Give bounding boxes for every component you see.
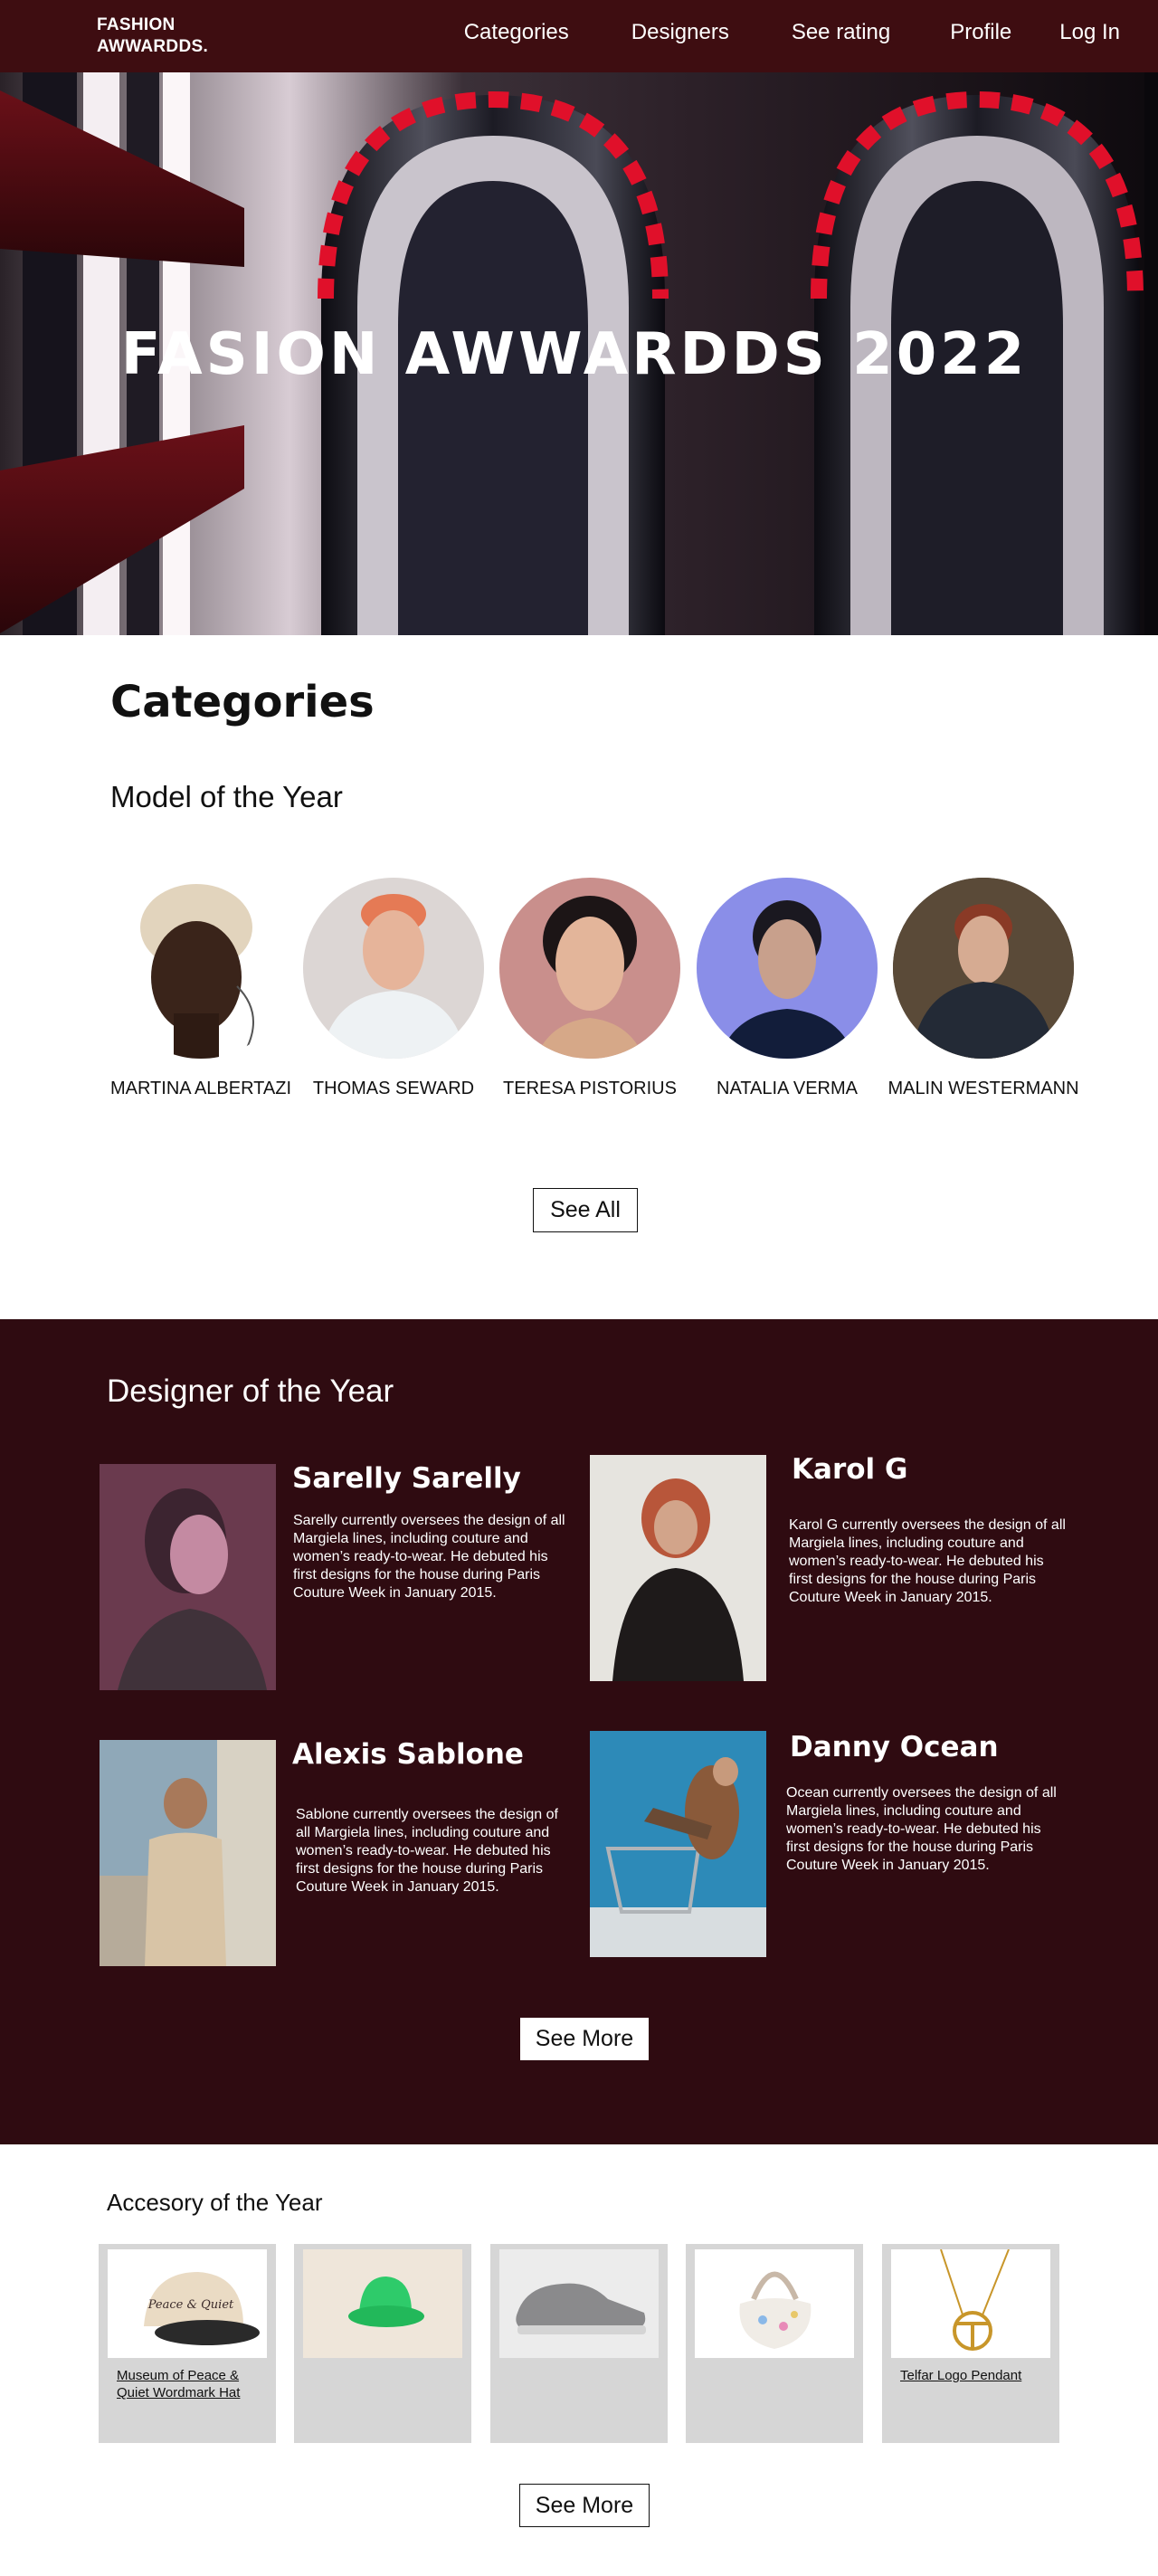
model-photo [499, 878, 680, 1059]
designer-of-year-heading: Designer of the Year [107, 1374, 394, 1409]
nav-link-designers[interactable]: Designers [631, 20, 729, 45]
designer-photo [590, 1731, 766, 1957]
see-all-button[interactable]: See All [533, 1188, 638, 1232]
designers-see-more-button[interactable]: See More [520, 2018, 649, 2060]
model-name: MALIN WESTERMANN [887, 1079, 1079, 1098]
accessory-image [499, 2249, 659, 2358]
model-name: MARTINA ALBERTAZI [109, 1079, 292, 1098]
model-name: NATALIA VERMA [717, 1079, 858, 1098]
designer-photo [590, 1455, 766, 1681]
model-photo [110, 878, 291, 1059]
designer-name: Danny Ocean [790, 1731, 999, 1763]
accessory-image: Peace & Quiet [108, 2249, 267, 2358]
accessory-image [891, 2249, 1050, 2358]
model-name: THOMAS SEWARD [312, 1079, 475, 1098]
accessory-card[interactable] [294, 2244, 471, 2443]
model-photo [697, 878, 878, 1059]
model-card[interactable]: MALIN WESTERMANN [884, 878, 1083, 1099]
hero-banner: FASION AWWARDDS 2022 [0, 72, 1158, 635]
nav-links: Categories Designers See rating Profile … [464, 20, 1120, 45]
designer-name: Karol G [792, 1453, 908, 1486]
designer-description: Sarelly currently oversees the design of… [293, 1513, 565, 1601]
accessory-image [695, 2249, 854, 2358]
designer-photo [100, 1464, 276, 1690]
nav-link-log-in[interactable]: Log In [1059, 20, 1120, 45]
model-photo [303, 878, 484, 1059]
accessory-card[interactable] [686, 2244, 863, 2443]
accessories-see-more-button[interactable]: See More [519, 2484, 650, 2527]
accessory-card[interactable]: Peace & Quiet Museum of Peace & Quiet Wo… [99, 2244, 276, 2443]
designer-description: Sablone currently oversees the design of… [296, 1807, 558, 1895]
cap-print: Peace & Quiet [147, 2298, 234, 2312]
nav-link-categories[interactable]: Categories [464, 20, 569, 45]
nav-link-profile[interactable]: Profile [950, 20, 1011, 45]
accessory-label[interactable]: Museum of Peace & Quiet Wordmark Hat [117, 2367, 266, 2401]
accessory-label[interactable]: Telfar Logo Pendant [900, 2367, 1049, 2384]
nav-link-see-rating[interactable]: See rating [792, 20, 890, 45]
model-photo [893, 878, 1074, 1059]
categories-heading: Categories [110, 677, 375, 727]
model-card[interactable]: THOMAS SEWARD [294, 878, 493, 1099]
site-logo[interactable]: FASHION AWWARDDS. [97, 14, 208, 58]
accessory-of-year-heading: Accesory of the Year [107, 2189, 323, 2216]
model-card[interactable]: MARTINA ALBERTAZI [101, 878, 300, 1099]
accessory-card[interactable] [490, 2244, 668, 2443]
logo-line-1: FASHION [97, 15, 176, 34]
model-card[interactable]: TERESA PISTORIUS [490, 878, 689, 1099]
designer-photo [100, 1740, 276, 1966]
top-nav: FASHION AWWARDDS. Categories Designers S… [0, 0, 1158, 72]
hero-title: FASION AWWARDDS 2022 [120, 321, 1029, 388]
model-card[interactable]: NATALIA VERMA [688, 878, 887, 1099]
accessory-image [303, 2249, 462, 2358]
logo-line-2: AWWARDDS. [97, 37, 209, 56]
model-name: TERESA PISTORIUS [503, 1079, 677, 1098]
model-of-year-heading: Model of the Year [110, 780, 343, 813]
designer-name: Sarelly Sarelly [292, 1462, 521, 1495]
designer-name: Alexis Sablone [292, 1738, 524, 1771]
accessory-card[interactable]: Telfar Logo Pendant [882, 2244, 1059, 2443]
designer-description: Karol G currently oversees the design of… [789, 1517, 1066, 1605]
designers-section: Designer of the Year Sarelly Sarelly Sar… [0, 1319, 1158, 2144]
designer-description: Ocean currently oversees the design of a… [786, 1785, 1057, 1873]
